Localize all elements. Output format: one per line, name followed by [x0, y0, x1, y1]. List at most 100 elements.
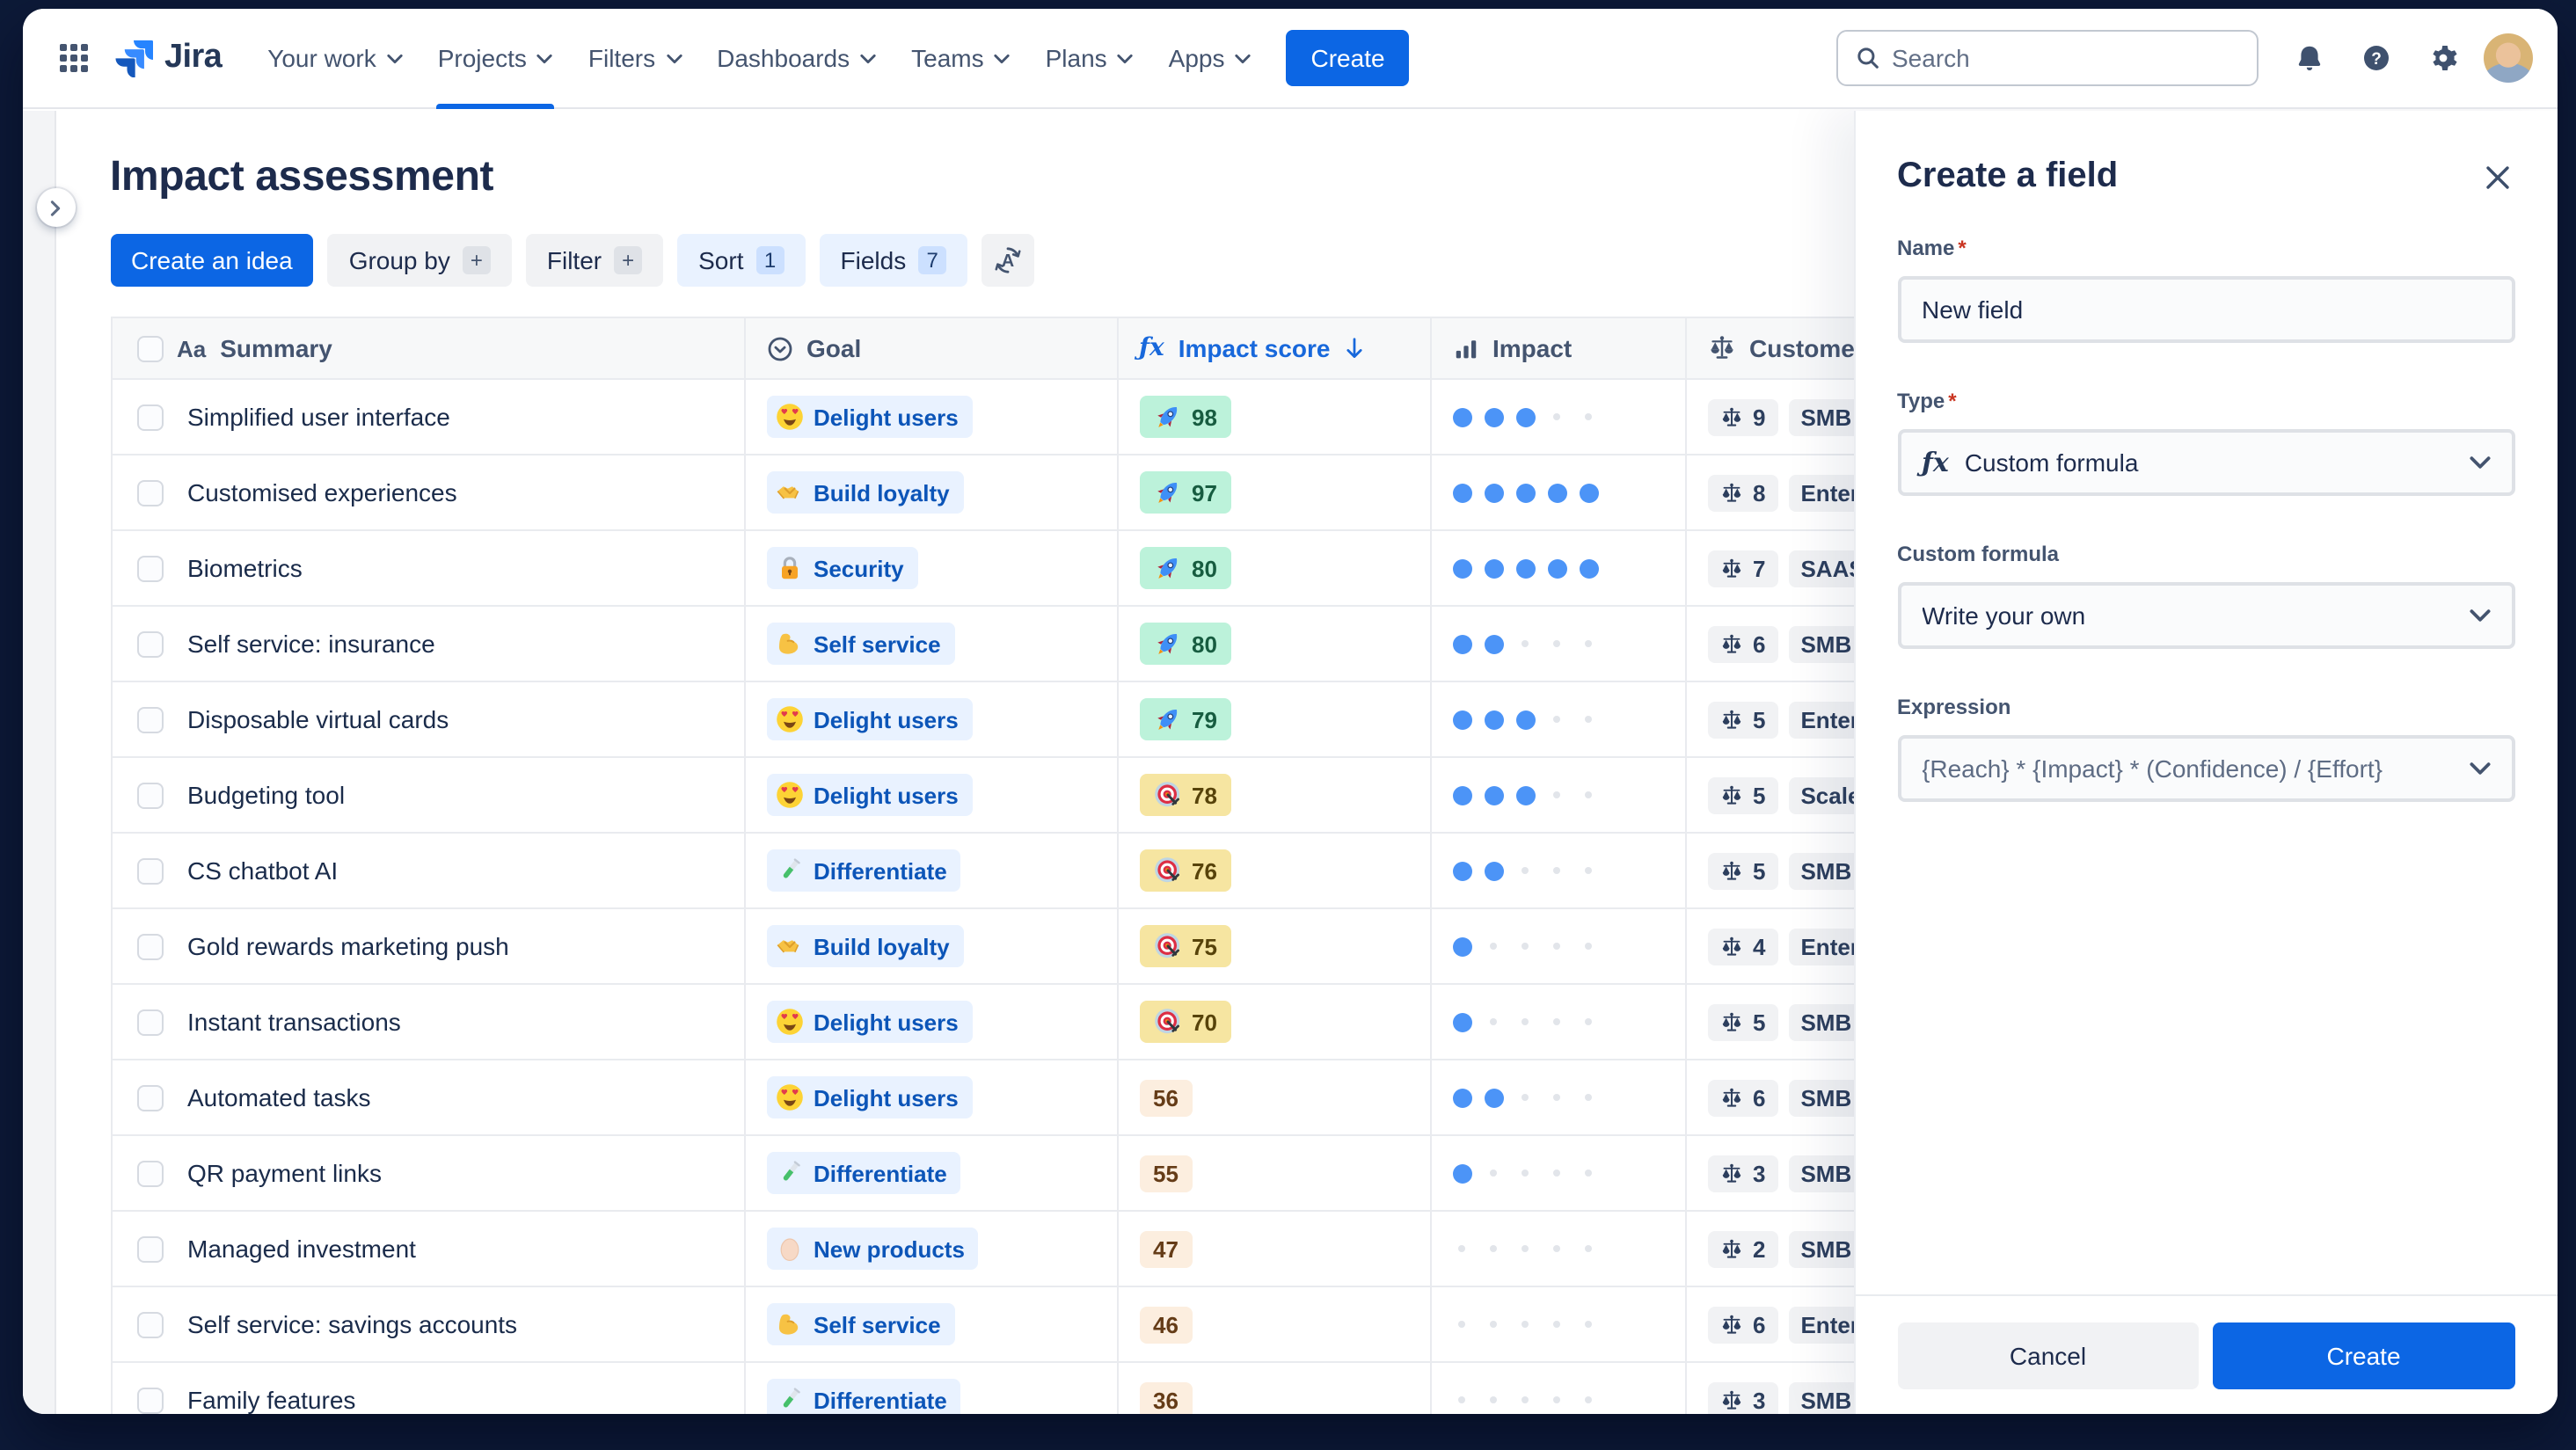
table-row[interactable]: Simplified user interface Delight users … — [110, 380, 2038, 455]
table-row[interactable]: QR payment links Differentiate 55 3 SMB — [110, 1136, 2038, 1212]
row-checkbox[interactable] — [136, 1084, 163, 1111]
nav-item-label: Projects — [437, 44, 527, 72]
auto-sort-button[interactable]: A — [982, 234, 1035, 287]
impact-score-chip: 36 — [1139, 1381, 1193, 1413]
global-create-button[interactable]: Create — [1286, 30, 1410, 86]
impact-cell — [1431, 1287, 1686, 1361]
sort-button[interactable]: Sort 1 — [677, 234, 806, 287]
chevron-down-icon — [387, 50, 403, 66]
row-checkbox[interactable] — [136, 1311, 163, 1337]
heart-eyes-icon — [775, 781, 803, 809]
table-row[interactable]: Customised experiences Build loyalty 97 … — [110, 455, 2038, 531]
row-checkbox[interactable] — [136, 1235, 163, 1262]
jira-logo-text: Jira — [164, 39, 223, 76]
impact-cell — [1431, 909, 1686, 983]
goal-cell: Differentiate — [745, 834, 1118, 907]
nav-item-plans[interactable]: Plans — [1028, 9, 1151, 108]
impact-cell — [1431, 1212, 1686, 1286]
impact-score-cell: 36 — [1118, 1363, 1431, 1413]
row-checkbox[interactable] — [136, 404, 163, 430]
column-header-goal[interactable]: Goal — [745, 318, 1118, 378]
type-select[interactable]: ƒx Custom formula — [1897, 429, 2514, 496]
nav-item-apps[interactable]: Apps — [1151, 9, 1269, 108]
impact-dots — [1452, 483, 1598, 502]
table-row[interactable]: Budgeting tool Delight users 78 5 Scale — [110, 758, 2038, 834]
custom-formula-select[interactable]: Write your own — [1897, 582, 2514, 649]
nav-item-dashboards[interactable]: Dashboards — [699, 9, 894, 108]
panel-close-button[interactable] — [2472, 153, 2521, 202]
scale-icon — [1719, 1010, 1742, 1033]
table-row[interactable]: Self service: insurance Self service 80 … — [110, 607, 2038, 682]
settings-icon — [2428, 44, 2456, 72]
scale-icon — [1719, 1162, 1742, 1184]
notifications-button[interactable] — [2282, 32, 2335, 84]
global-search[interactable] — [1835, 30, 2258, 86]
create-field-button[interactable]: Create — [2213, 1322, 2514, 1388]
column-header-impact-score[interactable]: ƒx Impact score — [1118, 318, 1431, 378]
table-row[interactable]: Self service: savings accounts Self serv… — [110, 1287, 2038, 1363]
nav-item-your-work[interactable]: Your work — [250, 9, 420, 108]
goal-chip: Build loyalty — [766, 471, 964, 514]
search-input[interactable] — [1892, 44, 2238, 72]
table-row[interactable]: Family features Differentiate 36 3 SMB — [110, 1363, 2038, 1413]
nav-item-projects[interactable]: Projects — [420, 9, 571, 108]
arrow-down-icon — [1345, 338, 1366, 359]
user-avatar[interactable] — [2483, 33, 2532, 83]
idea-summary: QR payment links — [187, 1159, 382, 1187]
app-switcher-button[interactable] — [47, 32, 99, 84]
row-checkbox[interactable] — [136, 630, 163, 657]
impact-score-chip: 78 — [1139, 774, 1231, 816]
table-row[interactable]: Instant transactions Delight users 70 5 … — [110, 985, 2038, 1060]
impact-score-cell: 78 — [1118, 758, 1431, 832]
idea-summary: Disposable virtual cards — [187, 705, 449, 733]
goal-cell: Delight users — [745, 985, 1118, 1059]
help-icon: ? — [2361, 44, 2390, 72]
row-checkbox[interactable] — [136, 933, 163, 959]
jira-logo[interactable]: Jira — [113, 39, 223, 77]
expression-select[interactable]: {Reach} * {Impact} * (Confidence) / {Eff… — [1897, 735, 2514, 802]
table-row[interactable]: Managed investment New products 47 2 SMB — [110, 1212, 2038, 1287]
impact-score-chip: 79 — [1139, 698, 1231, 740]
column-header-impact[interactable]: Impact — [1431, 318, 1686, 378]
scale-icon — [1719, 405, 1742, 428]
select-all-checkbox[interactable] — [136, 335, 163, 361]
row-checkbox[interactable] — [136, 479, 163, 506]
scale-icon — [1719, 557, 1742, 579]
table-row[interactable]: Disposable virtual cards Delight users 7… — [110, 682, 2038, 758]
nav-item-teams[interactable]: Teams — [894, 9, 1027, 108]
rocket-icon — [1153, 478, 1181, 506]
impact-score-cell: 97 — [1118, 455, 1431, 529]
test-tube-icon — [775, 1386, 803, 1413]
row-checkbox[interactable] — [136, 1160, 163, 1186]
row-checkbox[interactable] — [136, 555, 163, 581]
summary-cell: Family features — [112, 1363, 745, 1413]
goal-cell: Build loyalty — [745, 455, 1118, 529]
goal-cell: Self service — [745, 607, 1118, 681]
goal-chip: Differentiate — [766, 1379, 961, 1413]
nav-item-label: Filters — [587, 44, 656, 72]
impact-dots — [1452, 634, 1598, 653]
row-checkbox[interactable] — [136, 706, 163, 732]
help-button[interactable]: ? — [2349, 32, 2402, 84]
table-row[interactable]: Automated tasks Delight users 56 6 SMB — [110, 1060, 2038, 1136]
table-row[interactable]: CS chatbot AI Differentiate 76 5 SMB — [110, 834, 2038, 909]
impact-dots — [1452, 861, 1598, 880]
impact-cell — [1431, 682, 1686, 756]
fields-button[interactable]: Fields 7 — [819, 234, 968, 287]
row-checkbox[interactable] — [136, 1387, 163, 1413]
nav-item-filters[interactable]: Filters — [571, 9, 699, 108]
row-checkbox[interactable] — [136, 1009, 163, 1035]
cancel-button[interactable]: Cancel — [1897, 1322, 2199, 1388]
expand-sidebar-button[interactable] — [36, 188, 75, 227]
create-idea-button[interactable]: Create an idea — [110, 234, 314, 287]
row-checkbox[interactable] — [136, 782, 163, 808]
filter-button[interactable]: Filter + — [525, 234, 664, 287]
group-by-button[interactable]: Group by + — [327, 234, 512, 287]
column-header-summary[interactable]: Aa Summary — [112, 318, 745, 378]
name-field[interactable] — [1897, 276, 2514, 343]
summary-cell: Instant transactions — [112, 985, 745, 1059]
settings-button[interactable] — [2416, 32, 2469, 84]
row-checkbox[interactable] — [136, 857, 163, 884]
table-row[interactable]: Gold rewards marketing push Build loyalt… — [110, 909, 2038, 985]
table-row[interactable]: Biometrics Security 80 7 SAAS — [110, 531, 2038, 607]
